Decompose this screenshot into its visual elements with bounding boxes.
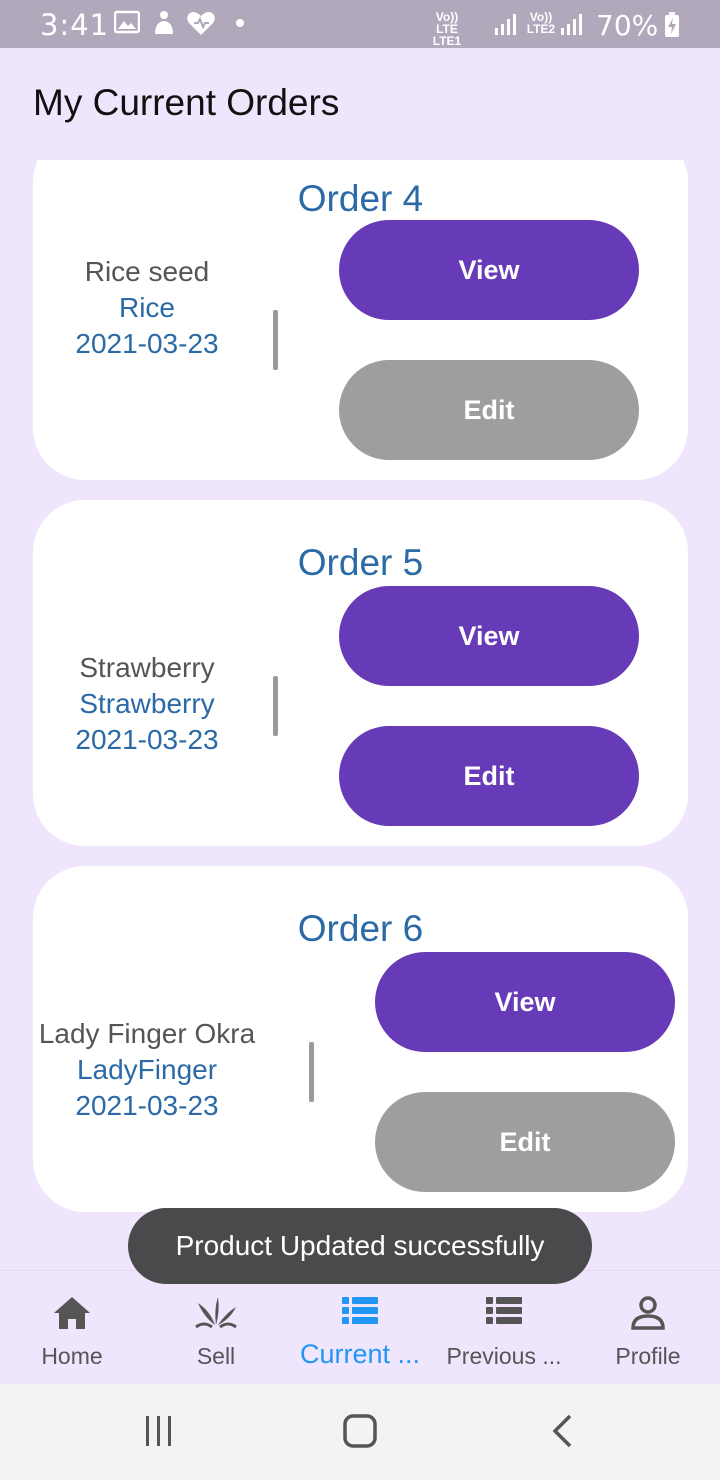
edit-button[interactable]: Edit <box>339 726 639 826</box>
nav-label: Previous ... <box>446 1343 562 1369</box>
divider <box>273 676 278 736</box>
status-time: 3:41 <box>40 8 110 42</box>
product-type: LadyFinger <box>76 1054 218 1085</box>
nav-item-current-orders[interactable]: Current ... <box>288 1271 432 1385</box>
product-type: Rice <box>118 292 175 323</box>
order-list[interactable]: Order 4 Rice seed Rice 2021-03-23 View E… <box>0 160 720 1270</box>
order-date: 2021-03-23 <box>75 1090 219 1121</box>
order-info: Lady Finger Okra LadyFinger 2021-03-23 <box>33 1016 261 1124</box>
notification-dot-icon <box>236 19 244 27</box>
page-title: My Current Orders <box>33 82 340 123</box>
toast-message: Product Updated successfully <box>128 1208 592 1284</box>
order-title: Order 5 <box>297 542 424 583</box>
nav-label: Profile <box>615 1343 681 1369</box>
signal-1-icon <box>495 14 516 35</box>
nav-item-previous-orders[interactable]: Previous ... <box>432 1271 576 1385</box>
back-icon[interactable] <box>550 1414 574 1448</box>
view-button[interactable]: View <box>339 586 639 686</box>
health-app-icon <box>155 11 173 34</box>
plant-icon <box>195 1297 237 1329</box>
product-name: Strawberry <box>79 652 215 683</box>
home-icon <box>54 1297 90 1329</box>
order-title: Order 4 <box>297 178 424 219</box>
app-header: My Current Orders <box>0 48 720 160</box>
order-card-6[interactable]: Order 6 Lady Finger Okra LadyFinger 2021… <box>33 866 688 1212</box>
gallery-icon <box>114 10 140 34</box>
product-name: Lady Finger Okra <box>38 1018 256 1049</box>
nav-item-home[interactable]: Home <box>0 1271 144 1385</box>
order-date: 2021-03-23 <box>75 328 219 359</box>
nav-label: Current ... <box>299 1339 421 1369</box>
person-icon <box>631 1296 665 1330</box>
edit-button[interactable]: Edit <box>375 1092 675 1192</box>
product-name: Rice seed <box>84 256 210 287</box>
nav-item-sell[interactable]: Sell <box>144 1271 288 1385</box>
edit-button[interactable]: Edit <box>339 360 639 460</box>
order-card-5[interactable]: Order 5 Strawberry Strawberry 2021-03-23… <box>33 500 688 846</box>
recent-apps-icon[interactable] <box>144 1414 174 1448</box>
system-navigation-bar <box>0 1384 720 1480</box>
divider <box>309 1042 314 1102</box>
list-icon <box>342 1297 378 1324</box>
status-bar: 3:41 Vo)) LTE LTE1 ↓↑ Vo)) LTE2 70% <box>0 0 720 59</box>
view-button[interactable]: View <box>375 952 675 1052</box>
product-type: Strawberry <box>79 688 215 719</box>
nav-label: Home <box>41 1343 103 1369</box>
order-date: 2021-03-23 <box>75 724 219 755</box>
divider <box>273 310 278 370</box>
bottom-navigation: Home Sell Current ... Previous ... Profi… <box>0 1270 720 1384</box>
nav-item-profile[interactable]: Profile <box>576 1271 720 1385</box>
list-icon <box>486 1297 522 1324</box>
heart-icon <box>187 12 215 35</box>
order-title: Order 6 <box>297 908 424 949</box>
nav-label: Sell <box>196 1343 236 1369</box>
view-button[interactable]: View <box>339 220 639 320</box>
order-card-4[interactable]: Order 4 Rice seed Rice 2021-03-23 View E… <box>33 160 688 480</box>
order-info: Strawberry Strawberry 2021-03-23 <box>47 650 247 758</box>
order-info: Rice seed Rice 2021-03-23 <box>47 254 247 362</box>
network-2-label: Vo)) LTE2 <box>526 10 556 36</box>
signal-2-icon <box>561 14 582 35</box>
home-button-icon[interactable] <box>342 1414 378 1448</box>
battery-percent: 70% <box>596 9 659 42</box>
battery-charging-icon <box>665 12 679 37</box>
